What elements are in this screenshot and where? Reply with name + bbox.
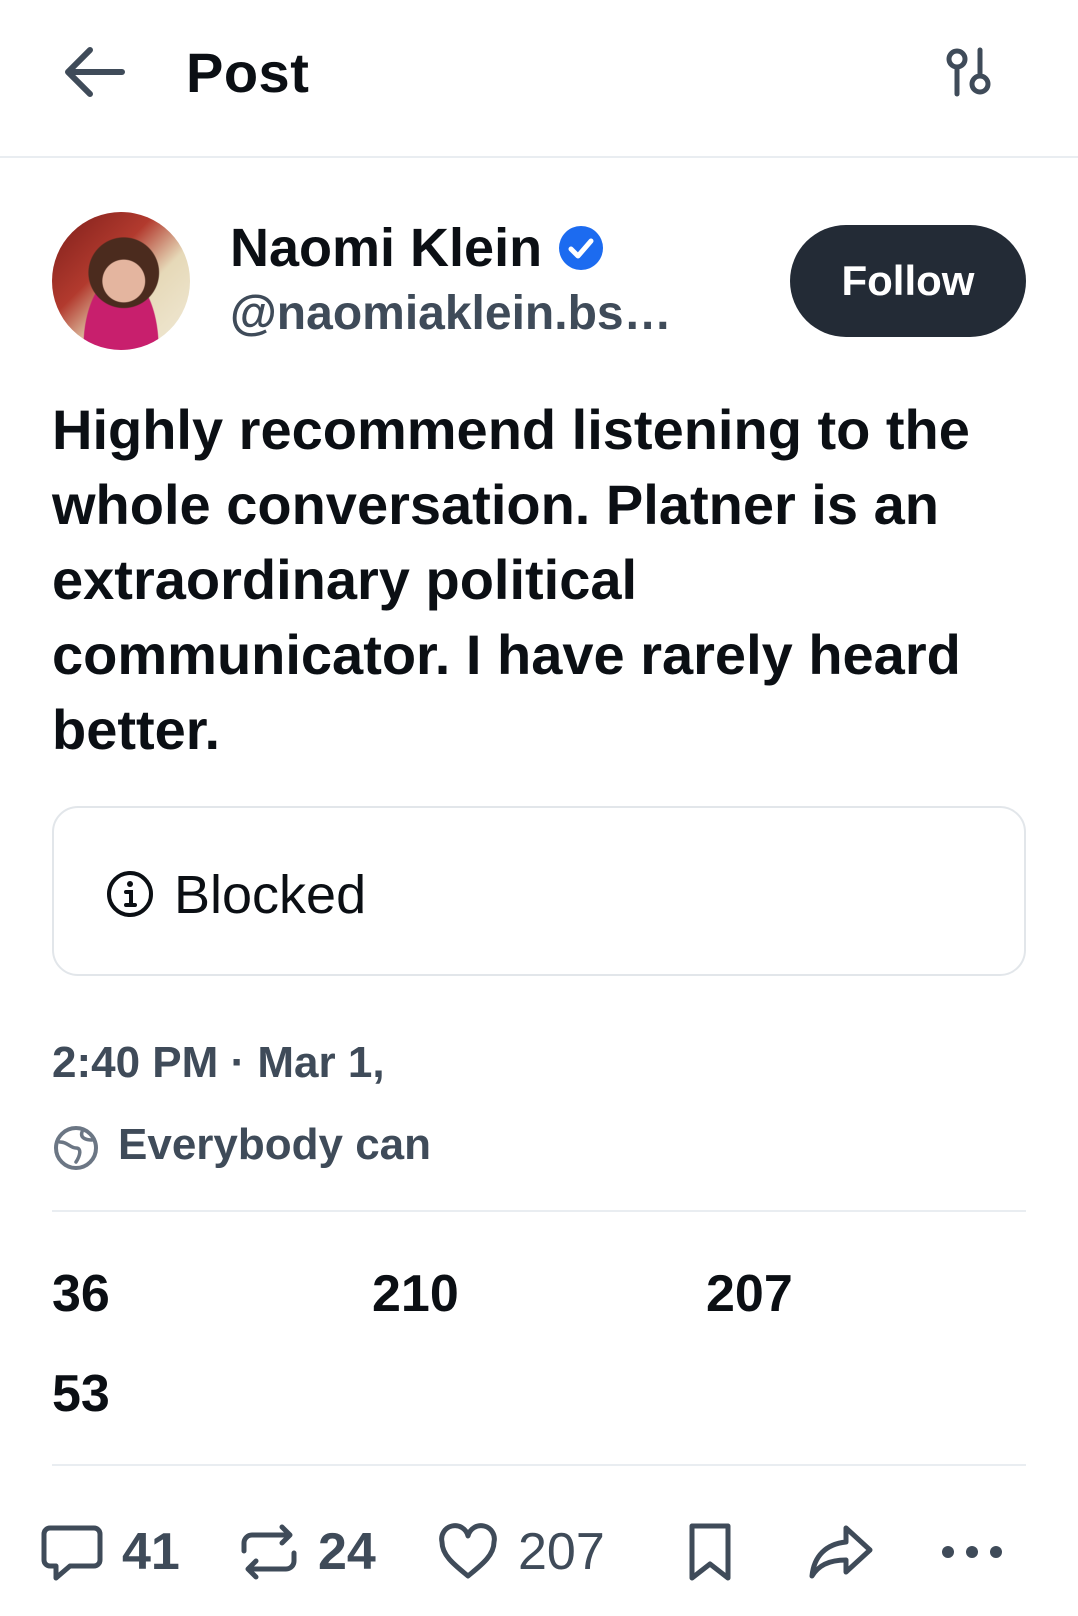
share-arrow-icon xyxy=(809,1525,873,1579)
repost-icon xyxy=(241,1524,297,1580)
post-text: Highly recommend listening to the whole … xyxy=(52,398,970,761)
info-icon xyxy=(107,871,153,917)
more-button[interactable] xyxy=(940,1512,1004,1592)
sliders-icon xyxy=(946,47,991,97)
back-button[interactable] xyxy=(58,40,130,104)
audience-label[interactable]: Everybody can xyxy=(118,1120,431,1170)
top-bar: Post xyxy=(0,0,1078,158)
blocked-embed-card[interactable]: Blocked xyxy=(52,806,1026,976)
author-name[interactable]: Naomi Klein xyxy=(230,217,542,279)
blocked-label: Blocked xyxy=(174,865,367,925)
repost-button[interactable]: 24 xyxy=(238,1512,376,1592)
ellipsis-icon xyxy=(942,1546,1002,1558)
share-button[interactable] xyxy=(806,1512,876,1592)
author-name-row[interactable]: Naomi Klein xyxy=(230,214,604,282)
heart-icon xyxy=(439,1523,497,1579)
divider xyxy=(52,1464,1026,1466)
avatar[interactable] xyxy=(52,212,190,350)
globe-icon xyxy=(54,1126,98,1170)
page-title: Post xyxy=(186,41,310,104)
stat-count[interactable]: 210 xyxy=(372,1264,459,1324)
filter-button[interactable] xyxy=(940,42,1000,104)
speech-bubble-icon xyxy=(41,1525,103,1581)
repost-count: 24 xyxy=(318,1523,376,1581)
divider xyxy=(52,1210,1026,1212)
reply-button[interactable]: 41 xyxy=(40,1512,180,1592)
stat-count[interactable]: 36 xyxy=(52,1264,110,1324)
stat-count[interactable]: 207 xyxy=(706,1264,793,1324)
verified-check-icon xyxy=(559,226,604,270)
like-button[interactable]: 207 xyxy=(436,1512,605,1592)
follow-button[interactable]: Follow xyxy=(790,225,1026,337)
bookmark-icon xyxy=(689,1523,731,1581)
action-bar: 41 24 207 xyxy=(0,1512,1078,1592)
like-count: 207 xyxy=(518,1523,605,1581)
arrow-left-icon xyxy=(65,47,125,97)
author-handle[interactable]: @naomiaklein.bs… xyxy=(230,286,672,341)
bookmark-button[interactable] xyxy=(684,1512,736,1592)
stat-count[interactable]: 53 xyxy=(52,1364,110,1424)
reply-count: 41 xyxy=(122,1523,180,1581)
post-timestamp: 2:40 PM · Mar 1, xyxy=(52,1038,385,1087)
